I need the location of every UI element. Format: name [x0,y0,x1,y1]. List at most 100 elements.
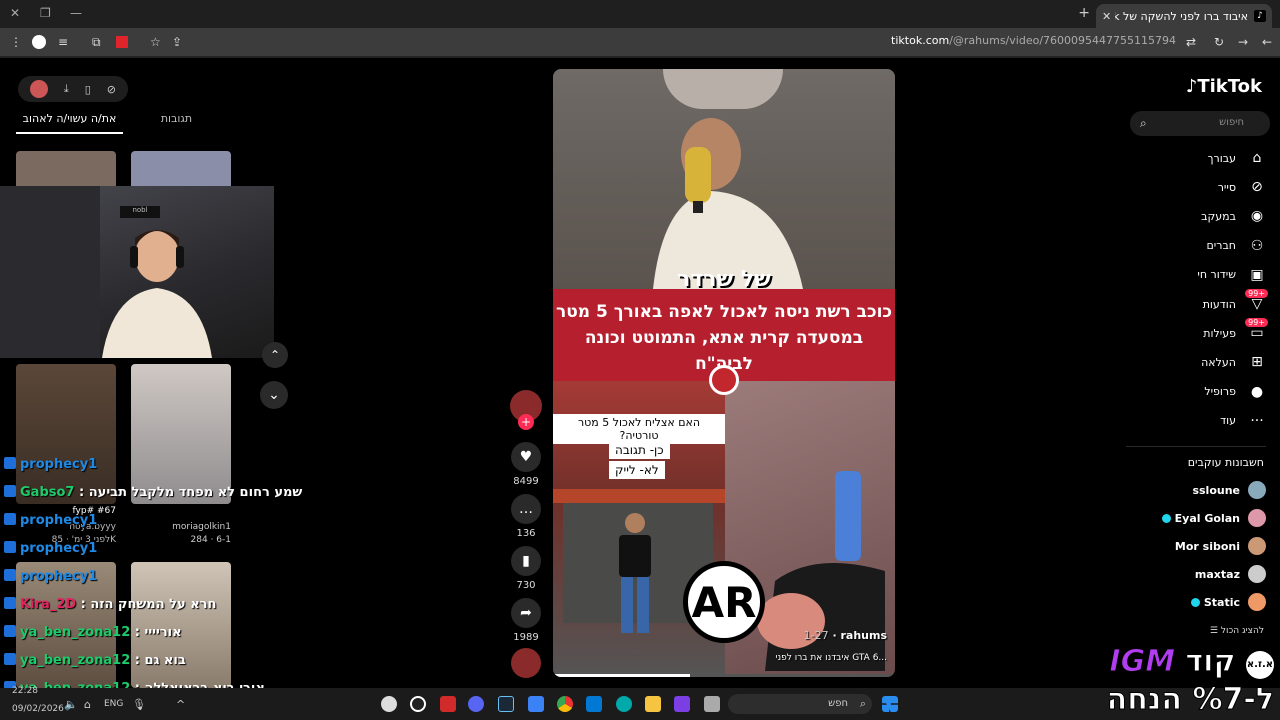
extensions-icon[interactable]: ⧉ [92,35,101,50]
install-app-icon[interactable]: ⇪ [172,35,182,49]
sidebar-item-live[interactable]: שידור חי ▣ [1126,264,1266,286]
scroll-up-icon[interactable]: ⌃ [262,342,288,368]
sidebar-item-upload[interactable]: העלאה ⊞ [1126,351,1266,373]
compass-small-icon[interactable]: ⊘ [107,83,116,96]
video-author-line[interactable]: 1-27 · rahums [804,629,887,642]
download-icon[interactable]: ⤓ [64,82,69,96]
chat-username: prophecy1 [20,513,98,528]
sidebar-item-home[interactable]: עבורך ⌂ [1126,147,1266,169]
sidebar-item-inbox[interactable]: הודעות ▽ 99+ [1126,289,1268,315]
app-icon[interactable] [528,696,544,712]
chat-badge-icon [4,653,16,665]
discord-icon[interactable] [468,696,484,712]
share-count: 1989 [513,632,539,643]
tab-bar: ✕ ❐ — + ♪ איבוד ברו לפני להשקה של Tok ✕ [0,0,1280,28]
search-input[interactable]: חיפוש ⌕ [1130,111,1270,136]
video-thumbnail[interactable] [131,364,231,504]
tray-chevron-icon[interactable]: ^ [176,698,185,711]
following-account[interactable]: maxtaz [1126,564,1266,584]
task-view-icon[interactable] [704,696,720,712]
share-icon: ➦ [511,598,541,628]
avatar [1248,537,1266,555]
search-icon[interactable]: ⌕ [1140,116,1147,131]
address-bar[interactable]: ⋮ ≡ ⧉ ☆ ⇪ tiktok.com/@rahums/video/76000… [0,28,1280,56]
tab-you-may-like[interactable]: את/ה עשוי/ה לאהוב [16,112,123,134]
friends-icon: ⚇ [1250,237,1264,254]
ar-logo: AR [683,561,765,643]
restore-window-icon[interactable]: ❐ [40,6,51,20]
store-icon[interactable] [586,696,602,712]
network-icon[interactable]: ⌂ [84,698,91,711]
video-thumbnail[interactable] [16,364,116,504]
record-icon [709,365,739,395]
like-button[interactable]: ♥ 8499 [509,442,543,487]
left-panel-toolbar: ⤓ ▯ ⊘ [18,76,128,102]
menu-dots-icon[interactable]: ⋮ [10,35,22,49]
following-account[interactable]: Static [1126,592,1266,612]
close-tab-icon[interactable]: ✕ [1102,10,1111,23]
video-progress-bar[interactable] [553,674,895,677]
sound-disc-icon[interactable] [511,648,541,678]
file-explorer-icon[interactable] [645,696,661,712]
record-extension-icon[interactable] [116,36,128,48]
sidebar-item-label: סייר [1217,180,1236,194]
taskbar-search[interactable]: חפש ⌕ [728,694,872,714]
video-thumbnail[interactable] [16,151,116,191]
mobile-icon[interactable]: ▯ [85,83,91,96]
back-icon[interactable]: → [1238,35,1248,49]
new-tab-icon[interactable]: + [1078,5,1090,21]
sidebar-item-compass[interactable]: סייר ⊘ [1126,176,1266,198]
save-button[interactable]: ▮ 730 [509,546,543,591]
following-account[interactable]: Eyal Golan [1126,508,1266,528]
tab-comments[interactable]: תגובות [123,112,230,134]
steam-icon[interactable] [498,696,514,712]
share-button[interactable]: ➦ 1989 [509,598,543,643]
video-author[interactable]: rahums [840,629,887,642]
url-text[interactable]: tiktok.com/@rahums/video/760009544775511… [891,34,1176,47]
compass-icon: ⊘ [1251,179,1263,196]
language-indicator[interactable]: ENG [104,699,123,709]
edge-icon[interactable] [616,696,632,712]
sidebar-item-activity[interactable]: פעילות ▭ 99+ [1126,318,1268,344]
close-window-icon[interactable]: ✕ [10,6,20,20]
following-account[interactable]: Mor siboni [1126,536,1266,556]
app-icon[interactable] [440,696,456,712]
chat-message: prophecy1 [4,513,97,528]
thumb-meta: 284 · 6-1 [190,535,231,545]
url-path: /@rahums/video/7600095447755115794 [949,34,1176,47]
sidebar-item-friends[interactable]: חברים ⚇ [1126,235,1266,257]
tiktok-logo[interactable]: ♪TikTok [1186,76,1262,97]
video-thumbnail[interactable] [131,151,231,191]
notification-badge: 99+ [1245,289,1268,298]
chat-badge-icon [4,541,16,553]
browser-tab[interactable]: ♪ איבוד ברו לפני להשקה של Tok ✕ [1096,4,1272,28]
comment-button[interactable]: … 136 [509,494,543,539]
site-settings-icon[interactable]: ⇄ [1186,35,1196,49]
app-icon[interactable] [674,696,690,712]
comment-icon: … [511,494,541,524]
avatar[interactable] [29,80,48,98]
following-account[interactable]: ssloune [1126,480,1266,500]
minimize-window-icon[interactable]: — [70,6,82,20]
chat-badge-icon [4,513,16,525]
sidebar-item-profile[interactable]: פרופיל ● [1126,381,1266,403]
obs-icon[interactable] [381,696,397,712]
sidebar-item-following[interactable]: במעקב ◉ [1126,205,1266,227]
profile-circle-icon[interactable] [32,35,46,49]
playlist-icon[interactable]: ≡ [58,35,68,49]
sidebar-item-more[interactable]: עוד ··· [1126,410,1266,432]
chrome-icon[interactable] [557,696,573,712]
scroll-down-icon[interactable]: ⌄ [260,381,288,409]
app-icon[interactable] [410,696,426,712]
windows-start-icon[interactable] [882,696,898,712]
reload-icon[interactable]: ↻ [1214,35,1224,49]
forward-icon[interactable]: ← [1262,35,1272,49]
bookmark-star-icon[interactable]: ☆ [150,35,161,49]
video-player[interactable]: של שרדר כוכב רשת ניסה לאכול לאפה באורך 5… [553,69,895,677]
show-all-link[interactable]: להציג הכול ☰ [1210,626,1264,636]
chat-username: ya_ben_zona12 [20,625,131,640]
avatar [1248,481,1266,499]
follow-plus-icon[interactable]: + [518,414,534,430]
mic-icon[interactable]: 🎙 [132,698,146,711]
volume-icon[interactable]: 🔈 [64,698,78,711]
